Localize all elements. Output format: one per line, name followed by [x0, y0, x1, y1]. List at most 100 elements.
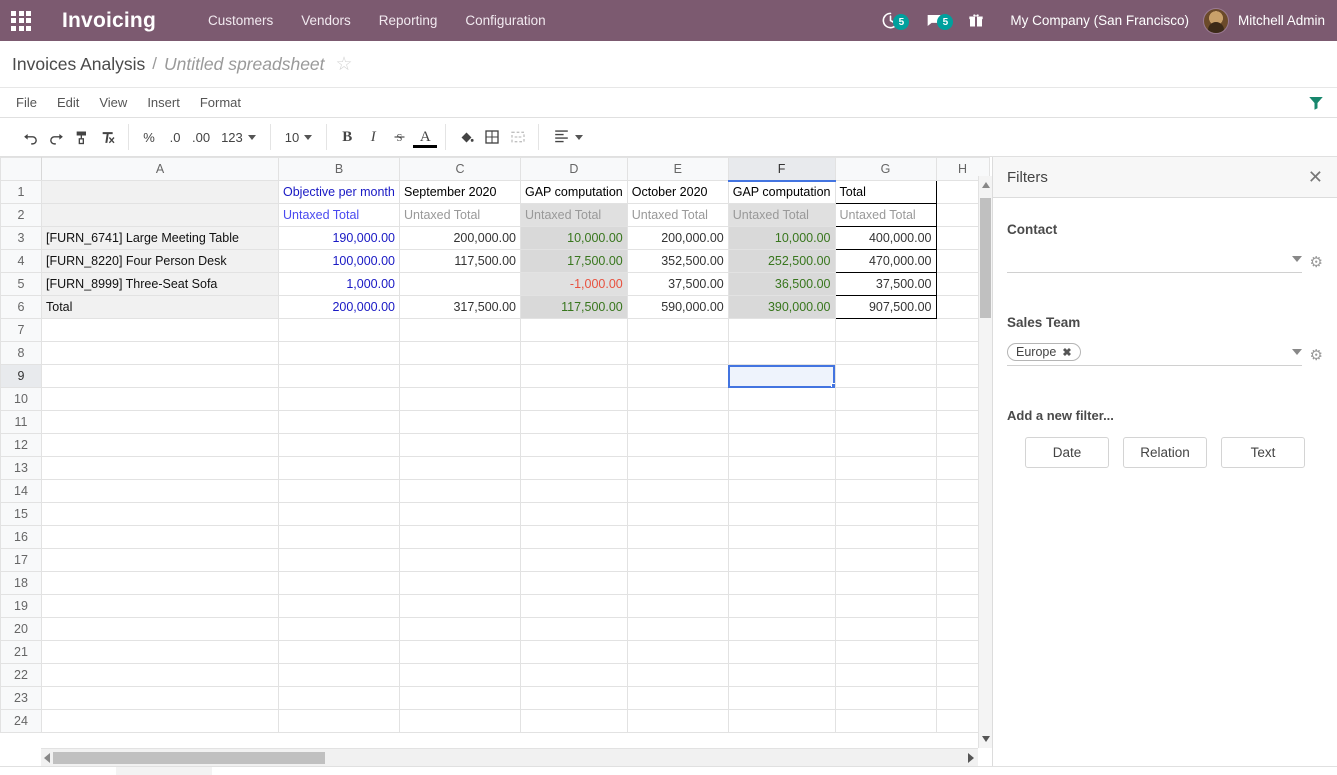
- increase-decimal-button[interactable]: .00: [188, 124, 214, 150]
- cell-B14[interactable]: [279, 480, 400, 503]
- cell-E22[interactable]: [627, 664, 728, 687]
- cell-A19[interactable]: [42, 595, 279, 618]
- cell-A9[interactable]: [42, 365, 279, 388]
- cell-C24[interactable]: [400, 710, 521, 733]
- redo-icon[interactable]: [43, 124, 69, 150]
- cell-B4[interactable]: 100,000.00: [279, 250, 400, 273]
- cell-G20[interactable]: [835, 618, 936, 641]
- row-header-1[interactable]: 1: [1, 181, 42, 204]
- cell-F24[interactable]: [728, 710, 835, 733]
- cell-A12[interactable]: [42, 434, 279, 457]
- cell-A10[interactable]: [42, 388, 279, 411]
- cell-D13[interactable]: [521, 457, 628, 480]
- column-header-c[interactable]: C: [400, 158, 521, 181]
- cell-F3[interactable]: 10,000.00: [728, 227, 835, 250]
- cell-C12[interactable]: [400, 434, 521, 457]
- row-header-22[interactable]: 22: [1, 664, 42, 687]
- cell-B3[interactable]: 190,000.00: [279, 227, 400, 250]
- cell-A1[interactable]: [42, 181, 279, 204]
- cell-D24[interactable]: [521, 710, 628, 733]
- cell-E17[interactable]: [627, 549, 728, 572]
- cell-C13[interactable]: [400, 457, 521, 480]
- cell-E23[interactable]: [627, 687, 728, 710]
- number-format-select[interactable]: 123: [214, 124, 263, 150]
- cell-D21[interactable]: [521, 641, 628, 664]
- cell-F4[interactable]: 252,500.00: [728, 250, 835, 273]
- cell-C15[interactable]: [400, 503, 521, 526]
- cell-B10[interactable]: [279, 388, 400, 411]
- salesteam-filter-input[interactable]: Europe ✖: [1007, 342, 1302, 366]
- strikethrough-button[interactable]: S: [386, 124, 412, 150]
- column-header-a[interactable]: A: [42, 158, 279, 181]
- cell-E18[interactable]: [627, 572, 728, 595]
- star-outline-icon[interactable]: ☆: [336, 55, 353, 74]
- cell-G15[interactable]: [835, 503, 936, 526]
- cell-F17[interactable]: [728, 549, 835, 572]
- cell-B16[interactable]: [279, 526, 400, 549]
- cell-E14[interactable]: [627, 480, 728, 503]
- cell-C19[interactable]: [400, 595, 521, 618]
- cell-D12[interactable]: [521, 434, 628, 457]
- cell-B9[interactable]: [279, 365, 400, 388]
- cell-C23[interactable]: [400, 687, 521, 710]
- decrease-decimal-button[interactable]: .0: [162, 124, 188, 150]
- cell-E11[interactable]: [627, 411, 728, 434]
- cell-A7[interactable]: [42, 319, 279, 342]
- cell-A22[interactable]: [42, 664, 279, 687]
- breadcrumb-spreadsheet-name[interactable]: Untitled spreadsheet: [164, 54, 325, 75]
- cell-E4[interactable]: 352,500.00: [627, 250, 728, 273]
- text-color-button[interactable]: A: [412, 124, 438, 150]
- cell-E5[interactable]: 37,500.00: [627, 273, 728, 296]
- row-header-13[interactable]: 13: [1, 457, 42, 480]
- cell-F1[interactable]: GAP computation: [728, 181, 835, 204]
- cell-F23[interactable]: [728, 687, 835, 710]
- menu-file[interactable]: File: [6, 90, 47, 115]
- row-header-5[interactable]: 5: [1, 273, 42, 296]
- cell-C3[interactable]: 200,000.00: [400, 227, 521, 250]
- cell-G1[interactable]: Total: [835, 181, 936, 204]
- cell-C9[interactable]: [400, 365, 521, 388]
- cell-C8[interactable]: [400, 342, 521, 365]
- cell-B15[interactable]: [279, 503, 400, 526]
- row-header-8[interactable]: 8: [1, 342, 42, 365]
- cell-G22[interactable]: [835, 664, 936, 687]
- fill-color-icon[interactable]: [453, 124, 479, 150]
- row-header-9[interactable]: 9: [1, 365, 42, 388]
- cell-D22[interactable]: [521, 664, 628, 687]
- cell-B5[interactable]: 1,000.00: [279, 273, 400, 296]
- cell-B23[interactable]: [279, 687, 400, 710]
- cell-F20[interactable]: [728, 618, 835, 641]
- cell-B8[interactable]: [279, 342, 400, 365]
- cell-G23[interactable]: [835, 687, 936, 710]
- cell-C21[interactable]: [400, 641, 521, 664]
- cell-B11[interactable]: [279, 411, 400, 434]
- menu-view[interactable]: View: [89, 90, 137, 115]
- cell-A6[interactable]: Total: [42, 296, 279, 319]
- cell-A4[interactable]: [FURN_8220] Four Person Desk: [42, 250, 279, 273]
- cell-C22[interactable]: [400, 664, 521, 687]
- cell-D11[interactable]: [521, 411, 628, 434]
- cell-G8[interactable]: [835, 342, 936, 365]
- cell-C17[interactable]: [400, 549, 521, 572]
- merge-cells-icon[interactable]: [505, 124, 531, 150]
- select-all-corner[interactable]: [1, 158, 42, 181]
- menu-format[interactable]: Format: [190, 90, 251, 115]
- cell-C18[interactable]: [400, 572, 521, 595]
- cell-F8[interactable]: [728, 342, 835, 365]
- cell-E24[interactable]: [627, 710, 728, 733]
- cell-D9[interactable]: [521, 365, 628, 388]
- font-size-select[interactable]: 10: [278, 124, 319, 150]
- cell-A13[interactable]: [42, 457, 279, 480]
- row-header-18[interactable]: 18: [1, 572, 42, 595]
- cell-G3[interactable]: 400,000.00: [835, 227, 936, 250]
- cell-E3[interactable]: 200,000.00: [627, 227, 728, 250]
- cell-E15[interactable]: [627, 503, 728, 526]
- scroll-down-icon[interactable]: [982, 736, 990, 742]
- cell-G2[interactable]: Untaxed Total: [835, 204, 936, 227]
- cell-D14[interactable]: [521, 480, 628, 503]
- activity-menu-button[interactable]: 5: [869, 11, 912, 30]
- cell-B6[interactable]: 200,000.00: [279, 296, 400, 319]
- chevron-down-icon[interactable]: [1292, 256, 1302, 262]
- column-header-f[interactable]: F: [728, 158, 835, 181]
- cell-B22[interactable]: [279, 664, 400, 687]
